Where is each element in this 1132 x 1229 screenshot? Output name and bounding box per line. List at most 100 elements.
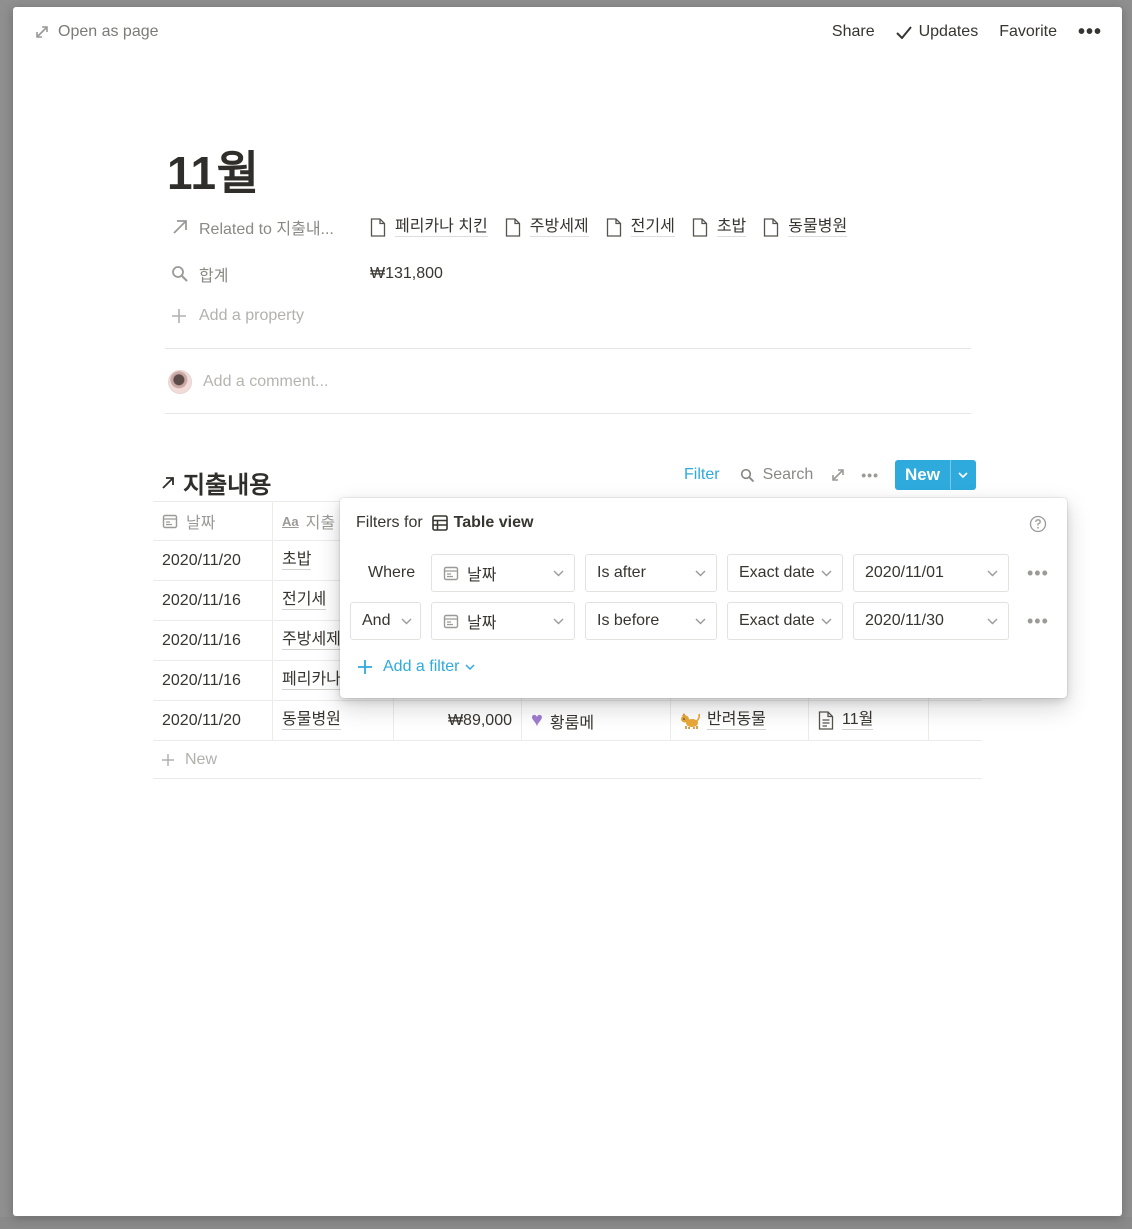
filter-kind-label: Exact date xyxy=(739,564,815,581)
related-item-label: 주방세제 xyxy=(529,217,589,237)
comment-input[interactable]: Add a comment... xyxy=(168,370,328,394)
page-peek-modal: Open as page Share Updates Favorite ••• … xyxy=(13,7,1122,1216)
add-row-button[interactable]: New xyxy=(153,741,982,779)
month-cell[interactable]: 11월 xyxy=(809,701,929,740)
cat-icon xyxy=(681,712,700,729)
database-title[interactable]: 지출내용 xyxy=(161,465,271,500)
favorite-button[interactable]: Favorite xyxy=(999,23,1057,41)
related-item[interactable]: 동물병원 xyxy=(763,217,848,237)
database-toolbar: Filter Search ••• New xyxy=(684,460,976,490)
property-total: 합계 ₩131,800 xyxy=(171,262,443,286)
chevron-down-icon xyxy=(821,570,832,576)
updates-label: Updates xyxy=(918,23,979,40)
name-text: 페리카나 xyxy=(282,671,341,690)
link-arrow-icon xyxy=(162,476,174,489)
page-icon xyxy=(370,217,386,237)
property-related: Related to 지출내... 페리카나 치킨 주방세제 전기세 초밥 동물… xyxy=(171,215,864,239)
search-label: Search xyxy=(762,466,814,483)
related-item-label: 동물병원 xyxy=(788,217,848,237)
filter-popup-header: Filters for Table view xyxy=(356,514,533,532)
text-type-icon: Aa xyxy=(282,513,299,529)
name-cell[interactable]: 동물병원 xyxy=(273,701,394,740)
column-header-label: 지출 xyxy=(305,515,336,532)
filter-popup: Filters for Table view Where 날짜 Is after xyxy=(340,498,1067,698)
share-label: Share xyxy=(831,23,875,40)
property-label-total[interactable]: 합계 xyxy=(171,262,370,286)
related-item-label: 전기세 xyxy=(630,217,675,237)
related-item[interactable]: 주방세제 xyxy=(505,218,589,237)
date-cell[interactable]: 2020/11/20 xyxy=(153,541,273,580)
chevron-down-icon xyxy=(401,618,412,624)
date-cell[interactable]: 2020/11/16 xyxy=(153,661,273,700)
chevron-down-icon xyxy=(958,472,969,478)
plus-icon xyxy=(162,753,174,766)
chevron-down-icon xyxy=(465,664,476,670)
related-item[interactable]: 페리카나 치킨 xyxy=(370,218,488,237)
filter-property-select[interactable]: 날짜 xyxy=(431,554,575,592)
filter-property-select[interactable]: 날짜 xyxy=(431,602,575,640)
database-more-button[interactable]: ••• xyxy=(861,467,879,483)
amount-cell[interactable]: ₩89,000 xyxy=(394,701,522,740)
related-label: Related to 지출내... xyxy=(199,221,334,238)
search-icon xyxy=(740,468,754,482)
new-record-button[interactable]: New xyxy=(894,460,976,490)
top-bar: Open as page Share Updates Favorite ••• xyxy=(13,7,1122,61)
filter-date-kind-select[interactable]: Exact date xyxy=(727,602,843,640)
column-header-label: 날짜 xyxy=(186,515,216,532)
date-cell[interactable]: 2020/11/16 xyxy=(153,581,273,620)
filter-operator-label: Is before xyxy=(597,612,660,629)
updates-button[interactable]: Updates xyxy=(895,23,979,41)
new-dropdown-button[interactable] xyxy=(949,460,976,490)
name-text: 전기세 xyxy=(282,591,327,610)
date-cell[interactable]: 2020/11/20 xyxy=(153,701,273,740)
search-button[interactable]: Search xyxy=(740,466,814,484)
filter-rule-menu-button[interactable]: ••• xyxy=(1027,563,1049,584)
property-label-related[interactable]: Related to 지출내... xyxy=(171,215,370,239)
filter-rule-menu-button[interactable]: ••• xyxy=(1027,611,1049,632)
avatar xyxy=(168,370,192,394)
open-as-page-button[interactable]: Open as page xyxy=(35,23,159,41)
related-item-label: 페리카나 치킨 xyxy=(395,217,488,237)
filter-operator-select[interactable]: Is before xyxy=(585,602,717,640)
share-button[interactable]: Share xyxy=(832,23,875,41)
filter-property-label: 날짜 xyxy=(467,567,497,584)
add-property-button[interactable]: Add a property xyxy=(171,307,304,325)
category-cell[interactable]: ♥ 황룸메 xyxy=(522,701,671,740)
page-title[interactable]: 11월 xyxy=(167,137,259,203)
filter-conjunction-label: And xyxy=(362,612,391,629)
filter-value-label: 2020/11/01 xyxy=(865,564,944,581)
chevron-down-icon xyxy=(553,570,564,576)
total-label: 합계 xyxy=(199,268,229,285)
column-header-date[interactable]: 날짜 xyxy=(153,502,273,540)
chevron-down-icon xyxy=(821,618,832,624)
filter-date-kind-select[interactable]: Exact date xyxy=(727,554,843,592)
expand-view-button[interactable] xyxy=(831,468,845,482)
related-items: 페리카나 치킨 주방세제 전기세 초밥 동물병원 xyxy=(370,218,864,237)
name-text: 동물병원 xyxy=(282,711,341,730)
type-cell[interactable]: 반려동물 xyxy=(671,701,809,740)
filter-operator-select[interactable]: Is after xyxy=(585,554,717,592)
filter-button[interactable]: Filter xyxy=(684,466,720,484)
filter-conjunction: Where xyxy=(368,564,416,581)
divider xyxy=(165,413,971,414)
calendar-icon xyxy=(443,566,459,581)
add-filter-button[interactable]: Add a filter xyxy=(357,658,476,676)
table-view-label: Table view xyxy=(431,514,534,532)
help-button[interactable] xyxy=(1029,515,1047,538)
search-icon xyxy=(172,266,188,282)
filter-conjunction-select[interactable]: And xyxy=(350,602,421,640)
filter-value-select[interactable]: 2020/11/30 xyxy=(853,602,1009,640)
chevron-down-icon xyxy=(987,570,998,576)
total-value: ₩131,800 xyxy=(370,265,443,282)
more-options-button[interactable]: ••• xyxy=(1078,22,1102,42)
related-item[interactable]: 초밥 xyxy=(692,218,747,237)
date-cell[interactable]: 2020/11/16 xyxy=(153,621,273,660)
calendar-icon xyxy=(162,514,178,529)
view-name: Table view xyxy=(453,514,534,531)
extra-cell[interactable] xyxy=(929,701,982,740)
type-text: 반려동물 xyxy=(707,711,766,730)
name-text: 주방세제 xyxy=(282,631,341,650)
related-item[interactable]: 전기세 xyxy=(606,218,675,237)
filter-value-select[interactable]: 2020/11/01 xyxy=(853,554,1009,592)
table-row[interactable]: 2020/11/20 동물병원 ₩89,000 ♥ 황룸메 반려동물 11월 xyxy=(153,701,982,741)
